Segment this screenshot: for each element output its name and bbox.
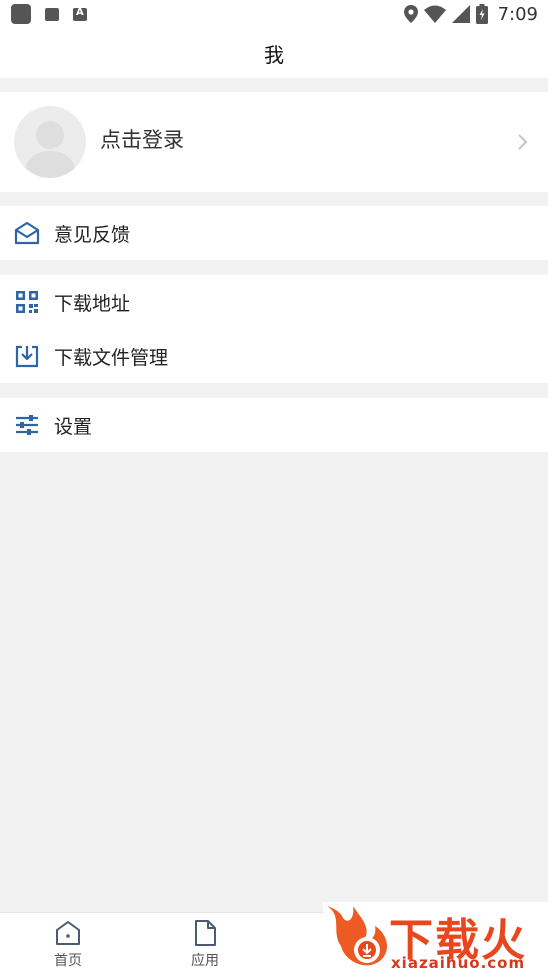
menu-label-download-manager: 下载文件管理 bbox=[54, 346, 169, 369]
sliders-icon bbox=[16, 415, 38, 435]
avatar[interactable] bbox=[14, 106, 86, 178]
home-icon bbox=[56, 921, 80, 945]
menu-label-settings: 设置 bbox=[54, 415, 93, 438]
watermark-logo: 下载火 xiazaihuo.com bbox=[323, 902, 548, 974]
font-notification-icon bbox=[73, 7, 87, 21]
page-title: 我 bbox=[264, 42, 284, 67]
login-label[interactable]: 点击登录 bbox=[100, 124, 184, 154]
tab-apps[interactable]: 应用 bbox=[175, 919, 235, 970]
login-card[interactable]: 点击登录 bbox=[0, 92, 548, 192]
download-section: 下载地址 下载文件管理 bbox=[0, 275, 548, 383]
user-avatar-icon bbox=[24, 121, 76, 178]
chevron-right-icon bbox=[518, 134, 528, 150]
menu-label-download-address: 下载地址 bbox=[54, 292, 131, 315]
message-notification-icon bbox=[45, 7, 59, 21]
menu-item-download-manager[interactable]: 下载文件管理 bbox=[0, 329, 548, 383]
tab-label-apps: 应用 bbox=[191, 953, 219, 969]
document-icon bbox=[195, 920, 216, 946]
qr-code-icon bbox=[16, 291, 38, 313]
status-right-icons: 7:09 bbox=[403, 3, 548, 25]
tab-label-home: 首页 bbox=[54, 953, 82, 969]
download-tray-icon bbox=[15, 345, 39, 368]
watermark-url: xiazaihuo.com bbox=[391, 954, 526, 972]
menu-item-feedback[interactable]: 意见反馈 bbox=[0, 206, 548, 260]
menu-item-settings[interactable]: 设置 bbox=[0, 398, 548, 452]
status-bar: 7:09 bbox=[0, 0, 548, 28]
page-title-bar: 我 bbox=[0, 28, 548, 78]
signal-icon bbox=[451, 5, 470, 23]
flame-logo-icon bbox=[327, 906, 388, 966]
location-icon bbox=[403, 5, 418, 23]
menu-item-download-address[interactable]: 下载地址 bbox=[0, 275, 548, 329]
tab-home[interactable]: 首页 bbox=[38, 919, 98, 970]
settings-section: 设置 bbox=[0, 398, 548, 452]
mail-open-icon bbox=[14, 221, 40, 245]
wifi-icon bbox=[423, 5, 446, 23]
menu-label-feedback: 意见反馈 bbox=[54, 223, 131, 246]
battery-icon bbox=[475, 4, 488, 24]
app-notification-icon bbox=[11, 4, 31, 24]
status-time: 7:09 bbox=[497, 3, 538, 25]
feedback-section: 意见反馈 bbox=[0, 206, 548, 260]
status-left-icons bbox=[0, 4, 87, 24]
